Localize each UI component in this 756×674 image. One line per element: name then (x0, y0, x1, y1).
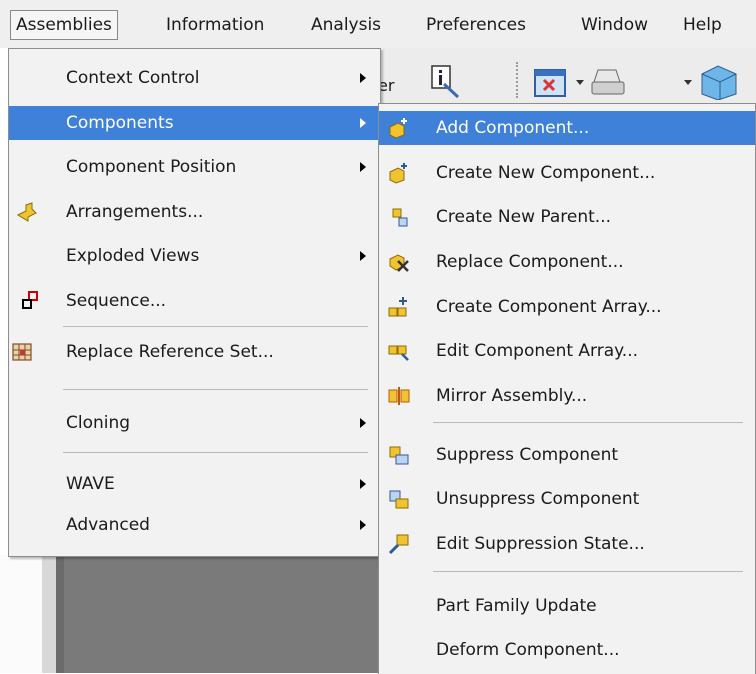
assemblies-menu: Context Control Components Component Pos… (8, 48, 381, 557)
menu-item-replace-reference-set[interactable]: Replace Reference Set... (9, 335, 380, 369)
menu-item-label: Replace Reference Set... (66, 342, 274, 362)
panel-divider (56, 555, 64, 673)
submenu-arrow-icon (360, 520, 366, 530)
create-component-array-icon (388, 296, 410, 318)
submenu-item-mirror-assembly[interactable]: Mirror Assembly... (379, 379, 755, 413)
menu-item-label: Cloning (66, 413, 131, 433)
suppress-component-icon (388, 444, 410, 466)
menu-item-label: Part Family Update (436, 596, 597, 616)
submenu-item-create-component-array[interactable]: Create Component Array... (379, 290, 755, 324)
menu-separator (433, 422, 743, 423)
submenu-item-add-component[interactable]: Add Component... (379, 111, 755, 145)
menu-item-label: Component Position (66, 157, 237, 177)
menu-analysis[interactable]: Analysis (306, 11, 386, 39)
submenu-arrow-icon (360, 251, 366, 261)
toolbar: er (358, 48, 756, 104)
menu-item-component-position[interactable]: Component Position (9, 150, 380, 184)
graphics-window (64, 555, 380, 673)
submenu-arrow-icon (360, 118, 366, 128)
panel-border (42, 555, 56, 673)
menu-item-label: WAVE (66, 474, 115, 494)
submenu-item-create-new-component[interactable]: Create New Component... (379, 156, 755, 190)
add-component-icon (388, 117, 410, 139)
menu-item-label: Advanced (66, 515, 150, 535)
menu-item-label: Create New Component... (436, 163, 656, 183)
submenu-item-suppress-component[interactable]: Suppress Component (379, 438, 755, 472)
cube-icon[interactable] (698, 64, 738, 101)
submenu-item-edit-component-array[interactable]: Edit Component Array... (379, 334, 755, 368)
create-new-parent-icon (388, 206, 410, 228)
submenu-item-deform-component[interactable]: Deform Component... (379, 633, 755, 667)
submenu-arrow-icon (360, 73, 366, 83)
menu-item-advanced[interactable]: Advanced (9, 508, 380, 542)
menu-item-label: Replace Component... (436, 252, 624, 272)
menu-information[interactable]: Information (161, 11, 269, 39)
menu-item-label: Unsuppress Component (436, 489, 640, 509)
sequence-icon (21, 290, 43, 312)
menu-item-label: Edit Suppression State... (436, 534, 645, 554)
resource-panel (0, 555, 43, 673)
dropdown-arrow-icon[interactable] (576, 80, 584, 85)
information-icon[interactable] (430, 64, 460, 99)
menu-separator (63, 389, 368, 390)
window-icon[interactable] (534, 66, 568, 98)
unsuppress-component-icon (388, 488, 410, 510)
arrangements-icon (16, 201, 38, 223)
submenu-arrow-icon (360, 162, 366, 172)
menu-window[interactable]: Window (576, 11, 653, 39)
menu-help[interactable]: Help (678, 11, 727, 39)
menu-item-label: Deform Component... (436, 640, 620, 660)
menu-item-label: Create Component Array... (436, 297, 662, 317)
menu-item-exploded-views[interactable]: Exploded Views (9, 239, 380, 273)
menu-item-arrangements[interactable]: Arrangements... (9, 195, 380, 229)
menu-preferences[interactable]: Preferences (421, 11, 531, 39)
menu-item-label: Add Component... (436, 118, 590, 138)
replace-component-icon (388, 251, 410, 273)
submenu-item-replace-component[interactable]: Replace Component... (379, 245, 755, 279)
menu-separator (433, 571, 743, 572)
menu-item-label: Create New Parent... (436, 207, 612, 227)
menu-item-label: Context Control (66, 68, 200, 88)
menu-item-label: Sequence... (66, 291, 167, 311)
submenu-item-edit-suppression-state[interactable]: Edit Suppression State... (379, 527, 755, 561)
replace-reference-set-icon (11, 341, 33, 363)
submenu-arrow-icon (360, 418, 366, 428)
menu-item-label: Components (66, 113, 174, 133)
menu-item-sequence[interactable]: Sequence... (9, 284, 380, 318)
submenu-item-create-new-parent[interactable]: Create New Parent... (379, 200, 755, 234)
submenu-item-unsuppress-component[interactable]: Unsuppress Component (379, 482, 755, 516)
menu-item-components[interactable]: Components (9, 106, 380, 140)
menu-item-label: Mirror Assembly... (436, 386, 588, 406)
submenu-item-part-family-update[interactable]: Part Family Update (379, 589, 755, 623)
menu-item-label: Exploded Views (66, 246, 200, 266)
toolbar-grip (516, 62, 522, 98)
menu-item-wave[interactable]: WAVE (9, 467, 380, 501)
menu-item-label: Arrangements... (66, 202, 204, 222)
menu-item-context-control[interactable]: Context Control (9, 61, 380, 95)
create-new-component-icon (388, 162, 410, 184)
menubar: Assemblies Information Analysis Preferen… (0, 0, 756, 48)
menu-separator (63, 452, 368, 453)
printer-icon[interactable] (590, 68, 626, 98)
menu-item-label: Suppress Component (436, 445, 619, 465)
dropdown-arrow-icon[interactable] (684, 80, 692, 85)
submenu-arrow-icon (360, 479, 366, 489)
menu-assemblies[interactable]: Assemblies (10, 10, 118, 40)
components-submenu: Add Component... Create New Component...… (378, 103, 756, 674)
edit-suppression-state-icon (388, 533, 410, 555)
menu-item-cloning[interactable]: Cloning (9, 406, 380, 440)
mirror-assembly-icon (388, 385, 410, 407)
edit-component-array-icon (388, 340, 410, 362)
menu-separator (63, 326, 368, 327)
menu-item-label: Edit Component Array... (436, 341, 638, 361)
